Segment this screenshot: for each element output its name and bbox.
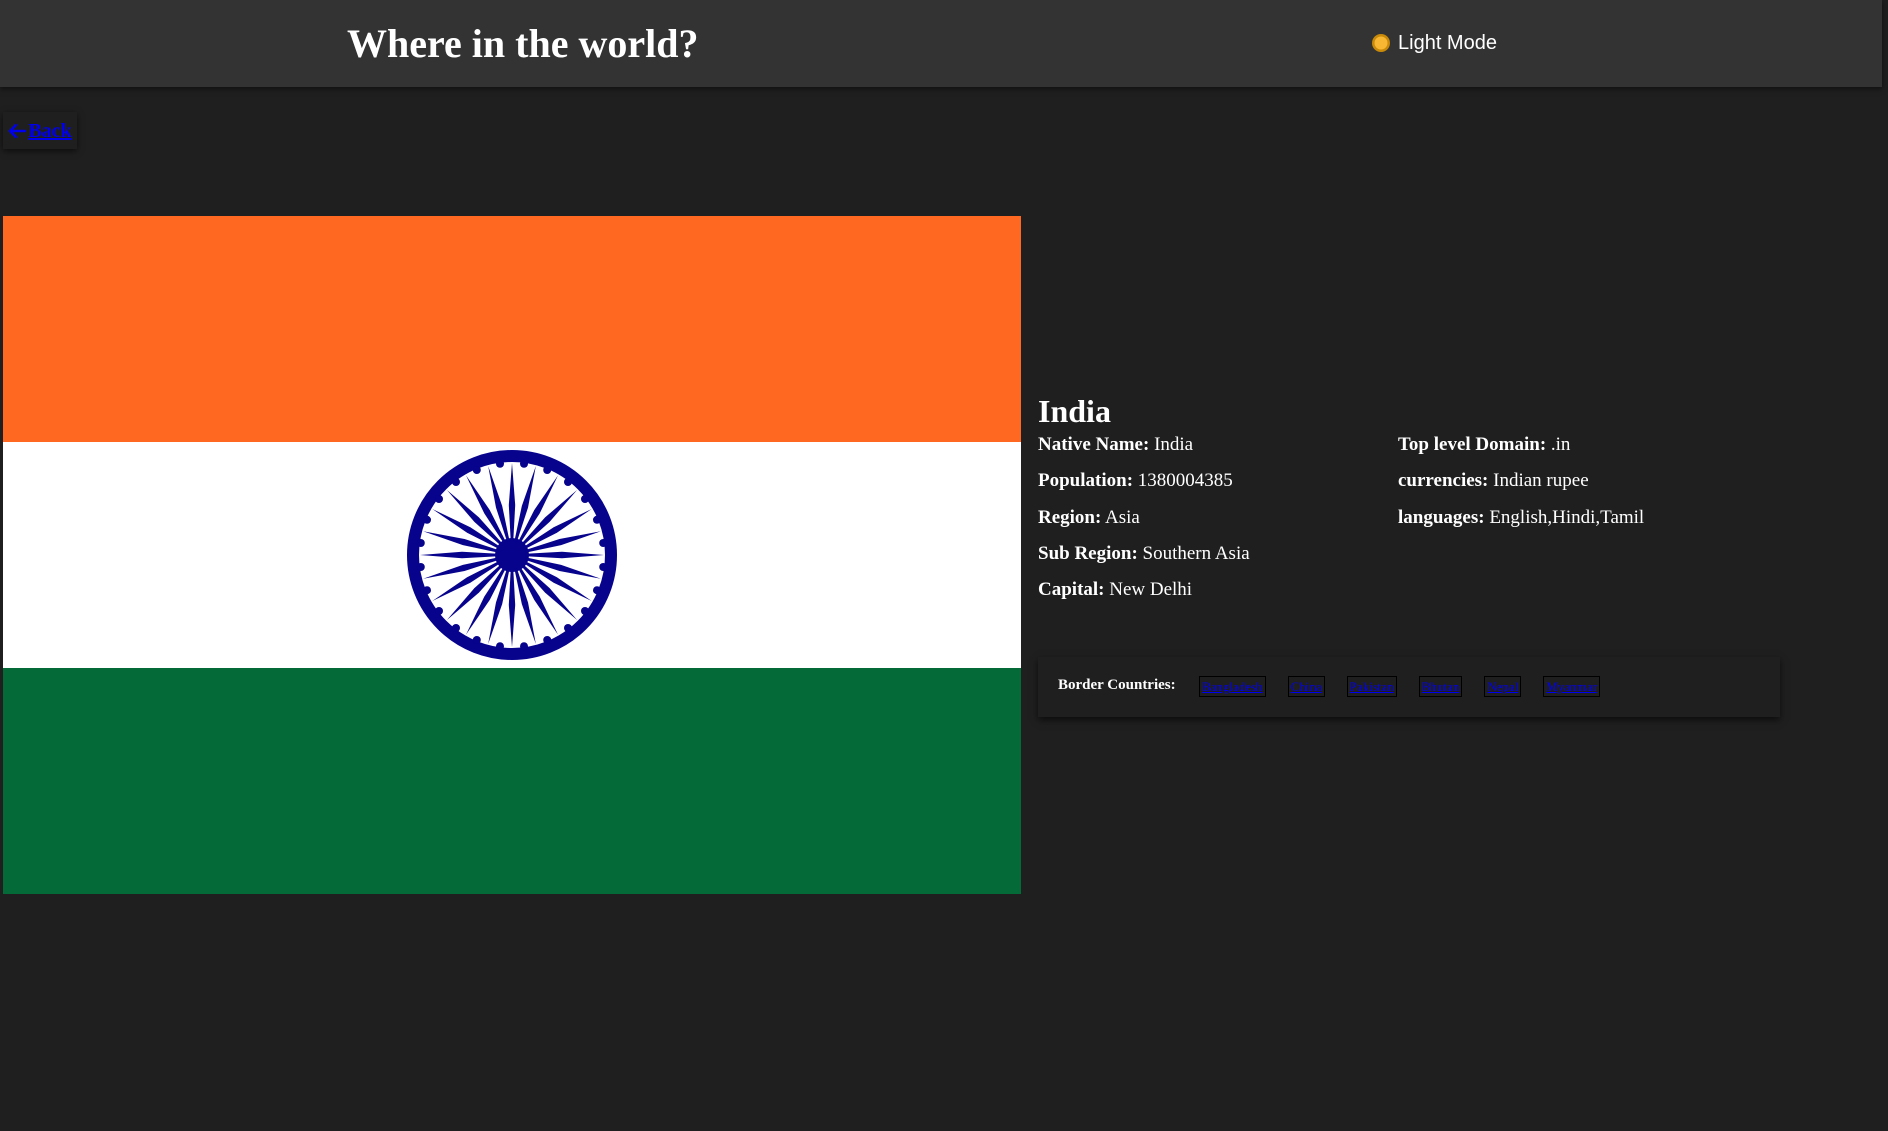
top-level-domain-row: Top level Domain: .in (1398, 427, 1644, 463)
detail-label: Population: (1038, 470, 1134, 492)
population-row: Population: 1380004385 (1038, 463, 1250, 499)
back-button[interactable]: Back (3, 112, 77, 149)
border-country-link[interactable]: Bangladesh (1199, 676, 1266, 697)
border-country-link[interactable]: Nepal (1484, 676, 1522, 697)
flag-stripe-saffron (3, 216, 1021, 442)
detail-label: Region: (1038, 506, 1102, 528)
back-label: Back (28, 119, 72, 142)
detail-label: Top level Domain: (1398, 434, 1547, 455)
sub-region-row: Sub Region: Southern Asia (1038, 536, 1250, 572)
detail-label: Sub Region: (1038, 542, 1138, 564)
detail-value: Southern Asia (1142, 542, 1250, 564)
border-countries-panel: Border Countries: Bangladesh China Pakis… (1038, 657, 1780, 717)
detail-value: 1380004385 (1137, 470, 1233, 492)
detail-label: Native Name: (1038, 434, 1150, 455)
detail-value: India (1154, 434, 1194, 455)
app-title: Where in the world? (347, 21, 699, 66)
detail-value: New Delhi (1109, 579, 1193, 601)
theme-toggle-label: Light Mode (1398, 32, 1497, 54)
detail-label: currencies: (1398, 470, 1489, 492)
ashoka-chakra-icon (407, 450, 617, 660)
flag-stripe-green (3, 668, 1021, 894)
detail-value: Asia (1105, 506, 1140, 528)
capital-row: Capital: New Delhi (1038, 572, 1250, 608)
detail-value: Indian rupee (1493, 470, 1589, 492)
sun-icon (1372, 34, 1390, 52)
detail-label: languages: (1398, 506, 1485, 528)
border-countries-label: Border Countries: (1058, 677, 1176, 693)
border-country-link[interactable]: Bhutan (1418, 676, 1463, 697)
top-header: Where in the world? Light Mode (0, 0, 1882, 87)
border-country-link[interactable]: Pakistan (1346, 676, 1397, 697)
country-flag-image (3, 216, 1021, 894)
detail-label: Capital: (1038, 579, 1105, 601)
border-countries-list: Bangladesh China Pakistan Bhutan Nepal M… (1199, 676, 1600, 697)
currencies-row: currencies: Indian rupee (1398, 463, 1644, 499)
details-right-column: Top level Domain: .in currencies: Indian… (1398, 427, 1644, 536)
detail-value: English,Hindi,Tamil (1489, 506, 1645, 528)
native-name-row: Native Name: India (1038, 427, 1250, 463)
country-name: India (1038, 393, 1111, 429)
languages-row: languages: English,Hindi,Tamil (1398, 500, 1644, 536)
border-country-link[interactable]: China (1287, 676, 1325, 697)
region-row: Region: Asia (1038, 500, 1250, 536)
detail-value: .in (1550, 434, 1571, 455)
arrow-left-icon (9, 123, 27, 138)
border-country-link[interactable]: Myanmar (1543, 676, 1600, 697)
theme-toggle-button[interactable]: Light Mode (1371, 31, 1497, 55)
details-left-column: Native Name: India Population: 138000438… (1038, 427, 1250, 608)
